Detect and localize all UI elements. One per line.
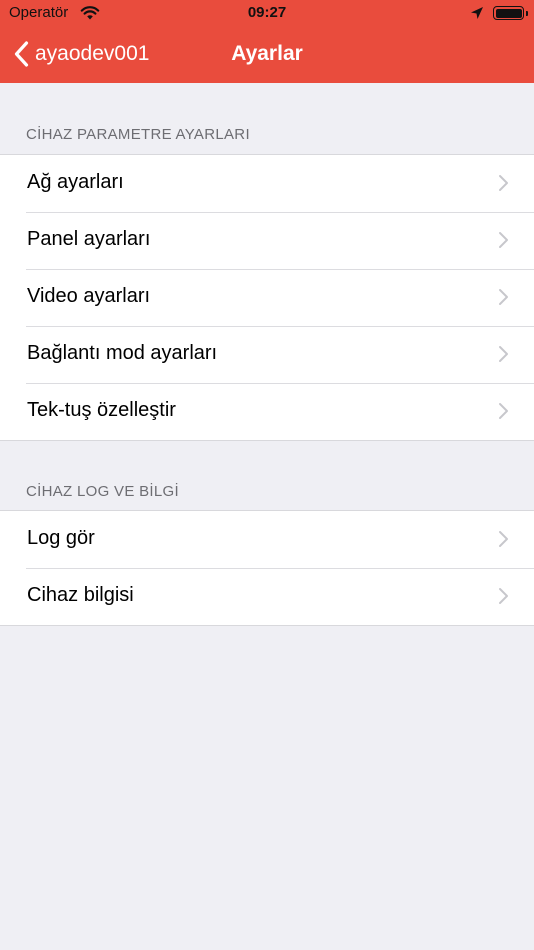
list-item-label: Panel ayarları [27,228,151,250]
list-item-panel-settings[interactable]: Panel ayarları [0,212,534,269]
chevron-right-icon [499,403,508,419]
list-item-one-touch-customize[interactable]: Tek-tuş özelleştir [0,383,534,440]
list-item-device-info[interactable]: Cihaz bilgisi [0,568,534,625]
list-item-network-settings[interactable]: Ağ ayarları [0,155,534,212]
app-header: Operatör 09:27 ayaodev001 Ayarlar [0,0,534,83]
list-item-label: Ağ ayarları [27,171,124,193]
list-item-label: Video ayarları [27,285,151,307]
section-header-device-log-info: CİHAZ LOG VE BİLGİ [26,483,179,500]
chevron-right-icon [499,175,508,191]
chevron-right-icon [499,232,508,248]
list-item-label: Cihaz bilgisi [27,584,134,606]
settings-group-device-parameters: Ağ ayarları Panel ayarları Video ayarlar… [0,154,534,441]
chevron-right-icon [499,588,508,604]
status-time: 09:27 [247,4,287,21]
status-bar: Operatör 09:27 [0,0,534,28]
list-item-view-log[interactable]: Log gör [0,511,534,568]
list-item-label: Tek-tuş özelleştir [27,399,176,421]
list-item-label: Bağlantı mod ayarları [27,342,218,364]
chevron-right-icon [499,289,508,305]
settings-group-device-log-info: Log gör Cihaz bilgisi [0,510,534,626]
chevron-right-icon [499,531,508,547]
list-item-connection-mode-settings[interactable]: Bağlantı mod ayarları [0,326,534,383]
location-arrow-icon [471,7,483,19]
battery-icon [493,6,528,20]
list-item-video-settings[interactable]: Video ayarları [0,269,534,326]
chevron-right-icon [499,346,508,362]
section-header-device-parameters: CİHAZ PARAMETRE AYARLARI [26,126,250,143]
navigation-bar: ayaodev001 Ayarlar [0,28,534,83]
page-title: Ayarlar [231,42,303,65]
list-item-label: Log gör [27,527,95,549]
